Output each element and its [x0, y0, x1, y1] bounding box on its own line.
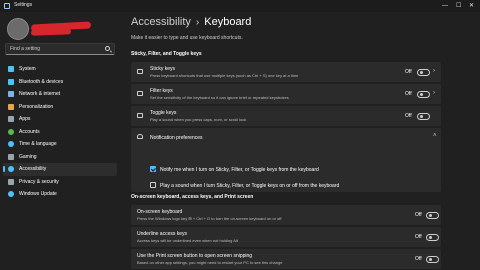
minimize-button[interactable]: —	[442, 2, 448, 10]
brush-icon	[8, 103, 14, 110]
sticky-keys-toggle[interactable]	[417, 69, 430, 76]
sidebar-item-gaming[interactable]: Gaming	[3, 151, 117, 164]
redacted-user-email	[30, 28, 72, 36]
sidebar: Find a setting System Bluetooth & device…	[0, 12, 120, 270]
toggle-state-label: Off	[405, 69, 412, 75]
sidebar-item-apps[interactable]: Apps	[3, 113, 117, 126]
notify-checkbox[interactable]	[150, 166, 156, 172]
globe-clock-icon	[8, 141, 14, 148]
keyboard-icon	[137, 69, 143, 74]
onscreen-keyboard-card: On-screen keyboard Press the Windows log…	[131, 205, 441, 225]
sidebar-item-personalization[interactable]: Personalization	[3, 101, 117, 114]
bluetooth-icon	[8, 78, 14, 85]
sidebar-item-accounts[interactable]: Accounts	[3, 126, 117, 139]
accessibility-icon	[8, 166, 14, 173]
page-title: Keyboard	[204, 16, 252, 28]
sound-checkbox[interactable]	[150, 182, 156, 188]
toggle-state-label: Off	[415, 212, 422, 218]
setting-title[interactable]: Notification preferences	[150, 135, 203, 141]
sidebar-item-label: Network & internet	[19, 91, 61, 98]
shield-icon	[8, 178, 14, 185]
sidebar-item-time-language[interactable]: Time & language	[3, 138, 117, 151]
sidebar-item-accessibility[interactable]: Accessibility	[3, 163, 117, 176]
search-box[interactable]: Find a setting	[5, 43, 115, 55]
setting-title: Toggle keys	[150, 110, 177, 116]
breadcrumb: Accessibility › Keyboard	[131, 16, 251, 28]
maximize-button[interactable]: ☐	[456, 2, 461, 10]
filter-keys-toggle[interactable]	[417, 91, 430, 98]
sticky-keys-card[interactable]: Sticky keys Press keyboard shortcuts tha…	[131, 62, 441, 82]
section-heading-onscreen: On-screen keyboard, access keys, and Pri…	[131, 194, 254, 200]
setting-title: On-screen keyboard	[137, 209, 183, 215]
main-content: Accessibility › Keyboard Make it easier …	[131, 12, 471, 270]
sidebar-item-label: Accounts	[19, 128, 40, 135]
sidebar-item-label: Personalization	[19, 103, 54, 110]
close-button[interactable]: ✕	[469, 2, 474, 10]
underline-access-keys-toggle[interactable]	[426, 234, 439, 241]
chevron-right-icon: ›	[433, 90, 435, 96]
filter-keys-card[interactable]: Filter keys Set the sensitivity of the k…	[131, 84, 441, 104]
chevron-right-icon: ›	[433, 68, 435, 74]
window-title: Settings	[14, 2, 33, 8]
toggle-state-label: Off	[415, 256, 422, 262]
sidebar-item-label: Accessibility	[19, 166, 47, 173]
setting-description: Press the Windows logo key ⊞ + Ctrl + O …	[137, 216, 282, 221]
print-screen-toggle[interactable]	[426, 256, 439, 263]
sound-checkbox-label: Play a sound when I turn Sticky, Filter,…	[160, 182, 340, 189]
sidebar-item-windows-update[interactable]: Windows Update	[3, 188, 117, 201]
notify-checkbox-label: Notify me when I turn on Sticky, Filter,…	[160, 166, 319, 173]
setting-title: Sticky keys	[150, 66, 176, 72]
gamepad-icon	[8, 153, 14, 160]
avatar	[7, 18, 29, 40]
keyboard-icon	[137, 113, 143, 118]
toggle-state-label: Off	[405, 113, 412, 119]
section-heading-filter: Sticky, Filter, and Toggle keys	[131, 51, 202, 57]
chevron-up-icon[interactable]: ˄	[433, 133, 437, 139]
bell-icon	[137, 134, 143, 139]
title-bar: Settings — ☐ ✕	[0, 0, 480, 12]
notification-preferences-card: Notification preferences ˄ Notify me whe…	[131, 128, 441, 192]
sidebar-item-system[interactable]: System	[3, 63, 117, 76]
sidebar-item-bluetooth[interactable]: Bluetooth & devices	[3, 76, 117, 89]
chevron-right-icon: ›	[195, 16, 200, 28]
sidebar-item-privacy[interactable]: Privacy & security	[3, 176, 117, 189]
setting-description: Based on other app settings, you might n…	[137, 260, 283, 265]
setting-title: Filter keys	[150, 88, 173, 94]
keyboard-icon	[137, 91, 143, 96]
sidebar-item-label: Bluetooth & devices	[19, 78, 64, 85]
search-input[interactable]: Find a setting	[10, 46, 40, 52]
user-profile[interactable]	[7, 18, 117, 44]
underline-access-keys-card: Underline access keys Access keys will b…	[131, 227, 441, 247]
apps-icon	[8, 116, 14, 123]
sidebar-item-label: Privacy & security	[19, 178, 59, 185]
setting-title: Use the Print screen button to open scre…	[137, 253, 253, 259]
sidebar-item-network[interactable]: Network & internet	[3, 88, 117, 101]
sidebar-item-label: System	[19, 66, 36, 73]
toggle-keys-card: Toggle keys Play a sound when you press …	[131, 106, 441, 126]
sidebar-nav: System Bluetooth & devices Network & int…	[3, 63, 117, 201]
sidebar-item-label: Gaming	[19, 153, 37, 160]
person-icon	[8, 128, 14, 135]
setting-description: Play a sound when you press caps, num, o…	[150, 117, 247, 122]
page-subtitle: Make it easier to type and use keyboard …	[131, 35, 243, 41]
toggle-state-label: Off	[405, 91, 412, 97]
sidebar-item-label: Apps	[19, 116, 31, 123]
setting-description: Set the sensitivity of the keyboard so i…	[150, 95, 289, 100]
toggle-keys-toggle[interactable]	[417, 113, 430, 120]
update-icon	[8, 191, 14, 198]
settings-app-icon	[4, 3, 10, 9]
setting-description: Press keyboard shortcuts that use multip…	[150, 73, 299, 78]
toggle-state-label: Off	[415, 234, 422, 240]
onscreen-keyboard-toggle[interactable]	[426, 212, 439, 219]
search-icon[interactable]	[105, 46, 110, 51]
setting-title: Underline access keys	[137, 231, 188, 237]
sidebar-item-label: Time & language	[19, 141, 57, 148]
monitor-icon	[8, 66, 14, 73]
wifi-icon	[8, 91, 14, 98]
print-screen-card: Use the Print screen button to open scre…	[131, 249, 441, 269]
setting-description: Access keys will be underlined even when…	[137, 238, 238, 243]
breadcrumb-parent[interactable]: Accessibility	[131, 16, 191, 28]
sidebar-item-label: Windows Update	[19, 191, 57, 198]
